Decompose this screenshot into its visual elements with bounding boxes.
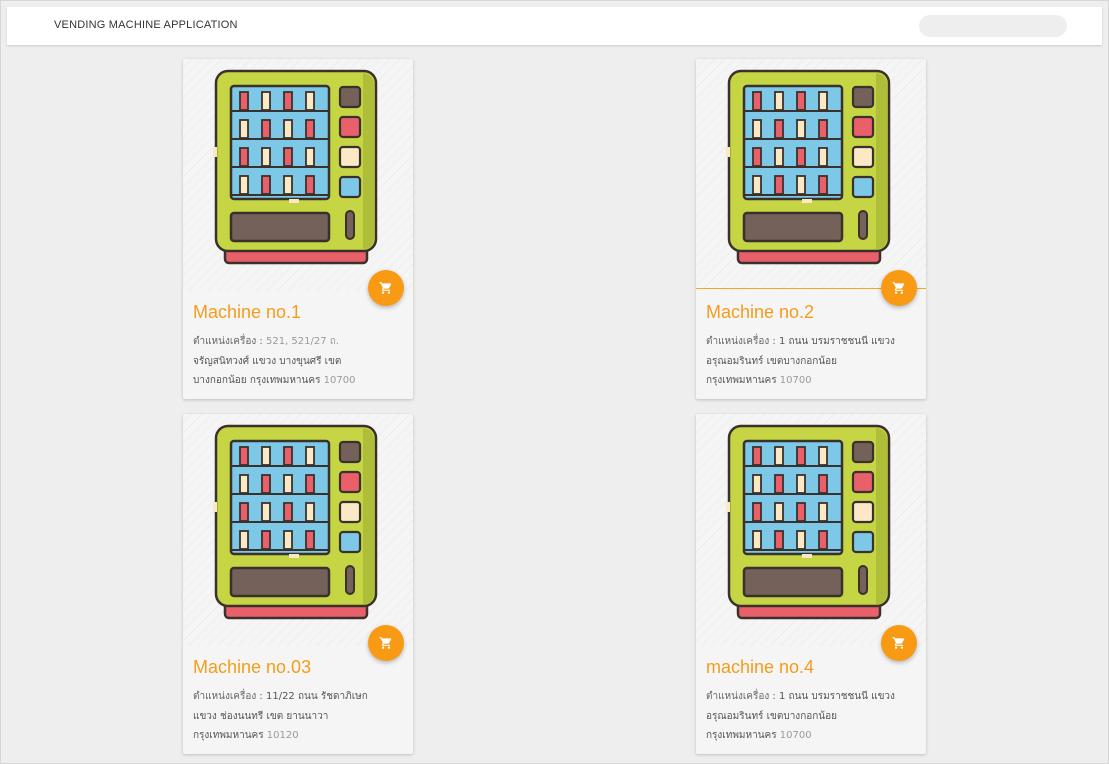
- shopping-cart-icon: [892, 282, 905, 294]
- vending-machine-icon: [726, 424, 891, 620]
- postal-code: 10700: [323, 375, 356, 386]
- address-line-3: กรุงเทพมหานคร: [706, 375, 777, 386]
- postal-code: 10120: [266, 730, 299, 741]
- add-to-cart-button[interactable]: [881, 270, 917, 306]
- machine-image: [696, 59, 926, 291]
- machine-image: [183, 414, 413, 646]
- machine-address: ตำแหน่งเครื่อง : 521, 521/27 ถ. จรัญสนิท…: [193, 332, 403, 391]
- address-line-3: บางกอกน้อย กรุงเทพมหานคร: [193, 375, 321, 386]
- top-app-bar: VENDING MACHINE APPLICATION: [7, 7, 1102, 45]
- vending-machine-icon: [726, 69, 891, 265]
- machine-card-1[interactable]: Machine no.1 ตำแหน่งเครื่อง : 521, 521/2…: [183, 59, 413, 399]
- postal-code: 10700: [779, 730, 812, 741]
- machine-card-2[interactable]: Machine no.2 ตำแหน่งเครื่อง : 1 ถนน บรมร…: [696, 59, 926, 399]
- add-to-cart-button[interactable]: [881, 625, 917, 661]
- vending-machine-icon: [213, 424, 378, 620]
- address-line-1: 1 ถนน บรมราชชนนี แขวง: [778, 336, 895, 347]
- add-to-cart-button[interactable]: [368, 625, 404, 661]
- app-title: VENDING MACHINE APPLICATION: [54, 19, 238, 31]
- address-line-2: จรัญสนิทวงศ์ แขวง บางขุนศรี เขต: [193, 355, 342, 367]
- machine-name: machine no.4: [706, 657, 815, 677]
- address-line-3: กรุงเทพมหานคร: [706, 730, 777, 741]
- address-line-2: อรุณอมรินทร์ เขตบางกอกน้อย: [706, 355, 838, 367]
- address-label: ตำแหน่งเครื่อง :: [706, 691, 776, 702]
- machine-address: ตำแหน่งเครื่อง : 11/22 ถนน รัชดาภิเษก แข…: [193, 687, 403, 746]
- machine-name: Machine no.03: [193, 657, 312, 677]
- address-label: ตำแหน่งเครื่อง :: [193, 691, 263, 702]
- shopping-cart-icon: [892, 637, 905, 649]
- machine-card-4[interactable]: machine no.4 ตำแหน่งเครื่อง : 1 ถนน บรมร…: [696, 414, 926, 754]
- machine-name: Machine no.2: [706, 302, 815, 322]
- vending-machine-icon: [213, 69, 378, 265]
- shopping-cart-icon: [379, 282, 392, 294]
- address-line-1: 1 ถนน บรมราชชนนี แขวง: [778, 691, 895, 702]
- app-window: VENDING MACHINE APPLICATION Machine no.1…: [0, 0, 1109, 764]
- add-to-cart-button[interactable]: [368, 270, 404, 306]
- machine-address: ตำแหน่งเครื่อง : 1 ถนน บรมราชชนนี แขวง อ…: [706, 332, 916, 391]
- address-label: ตำแหน่งเครื่อง :: [706, 336, 776, 347]
- machine-name: Machine no.1: [193, 302, 302, 322]
- address-line-1: 521, 521/27 ถ.: [265, 336, 340, 347]
- machine-address: ตำแหน่งเครื่อง : 1 ถนน บรมราชชนนี แขวง อ…: [706, 687, 916, 746]
- search-input[interactable]: [919, 15, 1067, 37]
- divider: [746, 290, 876, 292]
- machine-card-3[interactable]: Machine no.03 ตำแหน่งเครื่อง : 11/22 ถนน…: [183, 414, 413, 754]
- address-line-1: 11/22 ถนน รัชดาภิเษก: [265, 691, 368, 702]
- address-line-2: อรุณอมรินทร์ เขตบางกอกน้อย: [706, 710, 838, 722]
- machine-image: [183, 59, 413, 291]
- address-line-3: กรุงเทพมหานคร: [193, 730, 264, 741]
- shopping-cart-icon: [379, 637, 392, 649]
- address-line-2: แขวง ช่องนนทรี เขต ยานนาวา: [193, 710, 329, 722]
- machine-image: [696, 414, 926, 646]
- postal-code: 10700: [779, 375, 812, 386]
- address-label: ตำแหน่งเครื่อง :: [193, 336, 263, 347]
